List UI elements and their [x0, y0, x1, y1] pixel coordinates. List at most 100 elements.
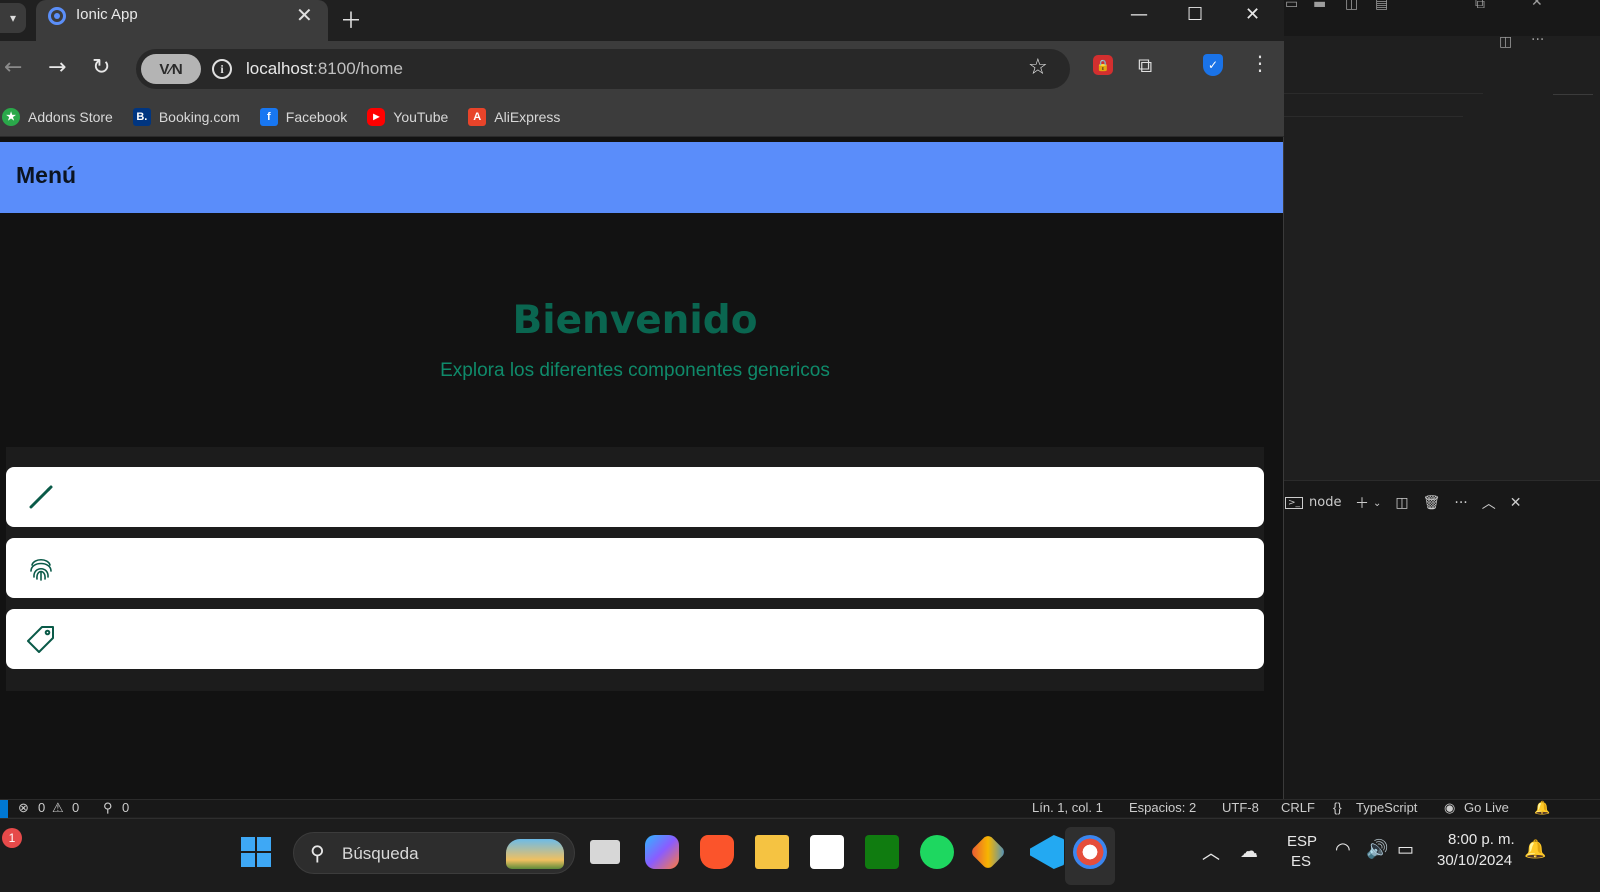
- microsoft-store-icon[interactable]: [810, 835, 844, 869]
- bookmark-addons-store[interactable]: ★ Addons Store: [2, 107, 113, 126]
- close-panel-icon[interactable]: ✕: [1510, 495, 1522, 511]
- ports-count[interactable]: 0: [122, 800, 129, 815]
- bookmark-youtube[interactable]: ▶ YouTube: [367, 107, 449, 126]
- warning-icon[interactable]: ⚠: [52, 800, 64, 816]
- remote-indicator[interactable]: [0, 800, 8, 818]
- component-list: [6, 447, 1264, 691]
- wifi-icon[interactable]: ◠: [1335, 839, 1351, 860]
- indentation[interactable]: Espacios: 2: [1129, 800, 1196, 815]
- customize-layout-icon[interactable]: ▤: [1375, 0, 1388, 12]
- notifications-bell-icon[interactable]: 🔔: [1524, 839, 1546, 860]
- fingerprint-icon: [30, 558, 52, 581]
- close-icon[interactable]: ✕: [1531, 0, 1543, 10]
- xbox-icon[interactable]: [865, 835, 899, 869]
- encoding[interactable]: UTF-8: [1222, 800, 1259, 815]
- warning-count[interactable]: 0: [72, 800, 79, 815]
- list-item-pricetag[interactable]: [6, 609, 1264, 669]
- browser-app-icon[interactable]: [1073, 835, 1107, 869]
- search-placeholder: Búsqueda: [342, 844, 419, 863]
- language-mode[interactable]: TypeScript: [1356, 800, 1417, 815]
- extensions-puzzle-icon[interactable]: ⧉: [1138, 53, 1152, 77]
- show-hidden-icons-chevron-up-icon[interactable]: ︿: [1202, 839, 1220, 865]
- split-terminal-icon[interactable]: ◫: [1395, 495, 1408, 511]
- facebook-icon: f: [259, 107, 278, 126]
- go-live[interactable]: Go Live: [1464, 800, 1509, 815]
- terminal-tab[interactable]: >_ node: [1285, 495, 1342, 510]
- ionic-favicon-icon: [48, 7, 66, 25]
- bell-icon[interactable]: 🔔: [1534, 800, 1550, 816]
- split-editor-icon[interactable]: ◫: [1499, 34, 1512, 50]
- editor-minimap-line: [1283, 116, 1463, 117]
- clock-date[interactable]: 30/10/2024: [1437, 852, 1512, 869]
- ports-icon[interactable]: ⚲: [103, 800, 113, 816]
- error-count[interactable]: 0: [38, 800, 45, 815]
- close-window-icon[interactable]: ✕: [1245, 4, 1260, 25]
- tab-search-button[interactable]: ▾: [0, 3, 26, 33]
- bookmark-aliexpress[interactable]: A AliExpress: [468, 107, 561, 126]
- broadcast-icon: ◉: [1444, 800, 1456, 815]
- pencil-icon: [29, 485, 53, 509]
- bookmark-label: YouTube: [393, 108, 449, 125]
- back-arrow-icon[interactable]: ←: [4, 55, 22, 80]
- line-ending[interactable]: CRLF: [1281, 800, 1315, 815]
- welcome-subtitle: Explora los diferentes componentes gener…: [440, 360, 830, 381]
- list-item-fingerprint[interactable]: [6, 538, 1264, 598]
- tab-ionic-app[interactable]: Ionic App ✕: [36, 0, 328, 41]
- git-kraken-icon[interactable]: [969, 833, 1007, 871]
- battery-icon[interactable]: ▭: [1397, 839, 1414, 860]
- new-tab-button[interactable]: ＋: [340, 3, 362, 35]
- taskbar-search[interactable]: ⚲ Búsqueda: [293, 832, 575, 874]
- maximize-icon[interactable]: ☐: [1187, 4, 1203, 25]
- ionic-app: Menú Bienvenido Explora los diferentes c…: [0, 142, 1283, 799]
- clock-time[interactable]: 8:00 p. m.: [1448, 831, 1515, 848]
- copilot-icon[interactable]: [645, 835, 679, 869]
- windows-start-icon[interactable]: [241, 837, 271, 867]
- volume-icon[interactable]: 🔊: [1366, 839, 1388, 860]
- onedrive-cloud-icon[interactable]: ☁: [1240, 841, 1258, 862]
- maximize-panel-icon[interactable]: ︿: [1482, 493, 1496, 513]
- new-terminal-icon[interactable]: ＋: [1355, 493, 1369, 513]
- bookmark-star-icon[interactable]: ☆: [1028, 55, 1048, 80]
- language-indicator-bottom[interactable]: ES: [1291, 853, 1311, 870]
- brave-browser-icon[interactable]: [700, 835, 734, 869]
- layout-icon[interactable]: ▭: [1285, 0, 1298, 12]
- sidebar-toggle-icon[interactable]: ◫: [1345, 0, 1358, 12]
- chevron-down-icon[interactable]: ⌄: [1373, 498, 1381, 509]
- url-text[interactable]: localhost:8100/home: [246, 59, 403, 79]
- vscode-status-bar: ⊗ 0 ⚠ 0 ⚲ 0 Lín. 1, col. 1 Espacios: 2 U…: [0, 799, 1600, 818]
- close-tab-icon[interactable]: ✕: [296, 3, 313, 27]
- more-actions-icon[interactable]: ···: [1531, 32, 1544, 48]
- minimize-icon[interactable]: —: [1130, 4, 1148, 25]
- restore-icon[interactable]: ⧉: [1475, 0, 1485, 12]
- notification-badge[interactable]: 1: [2, 828, 22, 848]
- vscode-window: ▭ ▬ ◫ ▤ ⧉ ✕ ◫ ··· >_ node ＋ ⌄ ◫ 🗑 ··· ︿ …: [1283, 0, 1600, 817]
- vscode-titlebar: ▭ ▬ ◫ ▤ ⧉ ✕: [1283, 0, 1600, 36]
- browser-toolbar: ← → ↻ V⁄N i localhost:8100/home ☆ 🔒 ⧉ ✓ …: [0, 41, 1284, 97]
- language-indicator-top[interactable]: ESP: [1287, 833, 1317, 850]
- bookmark-label: AliExpress: [494, 108, 561, 125]
- reload-icon[interactable]: ↻: [92, 55, 110, 80]
- more-icon[interactable]: ···: [1454, 495, 1467, 511]
- panel-toggle-icon[interactable]: ▬: [1313, 0, 1326, 12]
- list-item-pencil[interactable]: [6, 467, 1264, 527]
- vscode-icon[interactable]: [1030, 835, 1064, 869]
- bookmark-label: Facebook: [285, 108, 348, 125]
- password-extension-icon[interactable]: 🔒: [1093, 55, 1113, 75]
- bookmark-label: Addons Store: [28, 108, 113, 125]
- address-bar[interactable]: V⁄N i localhost:8100/home ☆: [136, 49, 1070, 89]
- terminal-tab-label: node: [1309, 495, 1342, 510]
- bookmark-booking[interactable]: B. Booking.com: [132, 107, 240, 126]
- cursor-position[interactable]: Lín. 1, col. 1: [1032, 800, 1103, 815]
- terminal-icon: >_: [1285, 496, 1304, 509]
- error-icon[interactable]: ⊗: [18, 800, 29, 816]
- vpn-badge[interactable]: V⁄N: [141, 54, 201, 84]
- forward-arrow-icon[interactable]: →: [48, 55, 66, 80]
- site-info-icon[interactable]: i: [212, 59, 232, 79]
- bookmark-facebook[interactable]: f Facebook: [259, 107, 348, 126]
- shield-extension-icon[interactable]: ✓: [1203, 54, 1223, 76]
- file-explorer-icon[interactable]: [755, 835, 789, 869]
- spotify-icon[interactable]: [920, 835, 954, 869]
- task-view-icon[interactable]: [590, 840, 620, 864]
- trash-icon[interactable]: 🗑: [1423, 495, 1441, 511]
- browser-menu-icon[interactable]: ⋮: [1250, 51, 1270, 75]
